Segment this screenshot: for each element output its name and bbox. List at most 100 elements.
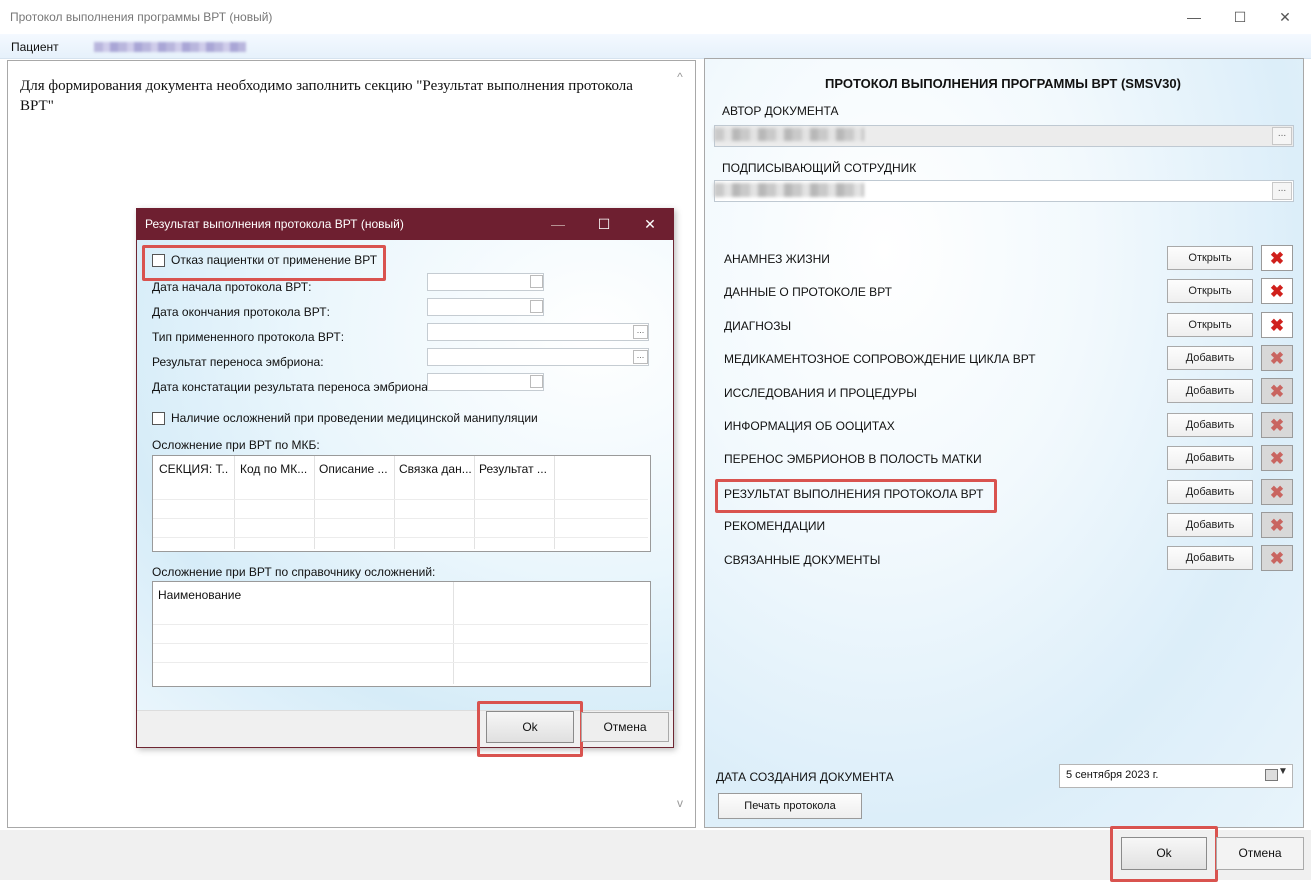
delete-related-docs-button: ✖ bbox=[1261, 545, 1293, 571]
section-label-protocol-result: РЕЗУЛЬТАТ ВЫПОЛНЕНИЯ ПРОТОКОЛА ВРТ bbox=[724, 487, 984, 501]
delete-icon: ✖ bbox=[1269, 348, 1285, 368]
chevron-down-icon[interactable]: ▼ bbox=[1278, 766, 1288, 777]
protocol-type-label: Тип примененного протокола ВРТ: bbox=[152, 330, 345, 344]
dialog-ok-button[interactable]: Ok bbox=[486, 711, 574, 743]
complications-checkbox-label: Наличие осложнений при проведении медици… bbox=[171, 411, 538, 425]
main-ok-button[interactable]: Ok bbox=[1121, 837, 1207, 870]
delete-research-button: ✖ bbox=[1261, 378, 1293, 404]
document-title: ПРОТОКОЛ ВЫПОЛНЕНИЯ ПРОГРАММЫ ВРТ (SMSV3… bbox=[825, 76, 1181, 91]
grid-divider bbox=[554, 456, 555, 549]
add-related-docs-button[interactable]: Добавить bbox=[1167, 546, 1253, 570]
grid-divider bbox=[234, 456, 235, 549]
mkb-col-code[interactable]: Код по МК... bbox=[240, 462, 310, 476]
grid-row-line bbox=[153, 499, 648, 500]
complications-checkbox[interactable] bbox=[152, 412, 165, 425]
signer-label: ПОДПИСЫВАЮЩИЙ СОТРУДНИК bbox=[722, 161, 917, 175]
section-label-embryo-transfer: ПЕРЕНОС ЭМБРИОНОВ В ПОЛОСТЬ МАТКИ bbox=[724, 452, 982, 466]
delete-diagnoses-button[interactable]: ✖ bbox=[1261, 312, 1293, 338]
add-recommendations-button[interactable]: Добавить bbox=[1167, 513, 1253, 537]
grid-divider bbox=[314, 456, 315, 549]
protocol-type-field[interactable] bbox=[427, 323, 649, 341]
close-button[interactable]: ✕ bbox=[1262, 4, 1308, 30]
delete-icon: ✖ bbox=[1269, 381, 1285, 401]
embryo-result-field[interactable] bbox=[427, 348, 649, 366]
dialog-minimize-button[interactable]: — bbox=[535, 208, 581, 240]
delete-icon: ✖ bbox=[1269, 248, 1285, 268]
print-protocol-button[interactable]: Печать протокола bbox=[718, 793, 862, 819]
signer-select-button[interactable]: ... bbox=[1272, 182, 1292, 200]
mkb-col-section[interactable]: СЕКЦИЯ: Т... bbox=[159, 462, 229, 476]
open-protocol-data-button[interactable]: Открыть bbox=[1167, 279, 1253, 303]
mkb-col-result[interactable]: Результат ... bbox=[479, 462, 551, 476]
main-cancel-button[interactable]: Отмена bbox=[1216, 837, 1304, 870]
left-info-message: Для формирования документа необходимо за… bbox=[20, 78, 633, 114]
delete-icon: ✖ bbox=[1269, 415, 1285, 435]
creation-date-value: 5 сентября 2023 г. bbox=[1066, 769, 1159, 781]
delete-anamnesis-button[interactable]: ✖ bbox=[1261, 245, 1293, 271]
open-anamnesis-button[interactable]: Открыть bbox=[1167, 246, 1253, 270]
window-title: Протокол выполнения программы ВРТ (новый… bbox=[10, 10, 273, 24]
ref-col-name[interactable]: Наименование bbox=[158, 588, 241, 602]
section-label-medication: МЕДИКАМЕНТОЗНОЕ СОПРОВОЖДЕНИЕ ЦИКЛА ВРТ bbox=[724, 352, 1036, 366]
embryo-result-select-button[interactable]: ... bbox=[633, 350, 648, 364]
grid-row-line bbox=[153, 662, 648, 663]
result-date-calendar-icon[interactable] bbox=[530, 375, 543, 388]
dialog-title: Результат выполнения протокола ВРТ (новы… bbox=[145, 217, 404, 231]
add-research-button[interactable]: Добавить bbox=[1167, 379, 1253, 403]
patient-name-redacted bbox=[94, 42, 246, 52]
start-date-field[interactable] bbox=[427, 273, 544, 291]
dialog-maximize-button[interactable]: ☐ bbox=[581, 208, 627, 240]
result-date-label: Дата констатации результата переноса эмб… bbox=[152, 380, 432, 394]
add-oocytes-button[interactable]: Добавить bbox=[1167, 413, 1253, 437]
mkb-col-description[interactable]: Описание ... bbox=[319, 462, 391, 476]
grid-divider bbox=[394, 456, 395, 549]
end-date-field[interactable] bbox=[427, 298, 544, 316]
dialog-cancel-button[interactable]: Отмена bbox=[581, 712, 669, 742]
section-label-research: ИССЛЕДОВАНИЯ И ПРОЦЕДУРЫ bbox=[724, 386, 917, 400]
mkb-col-link[interactable]: Связка дан... bbox=[399, 462, 471, 476]
protocol-type-select-button[interactable]: ... bbox=[633, 325, 648, 339]
add-medication-button[interactable]: Добавить bbox=[1167, 346, 1253, 370]
grid-divider bbox=[474, 456, 475, 549]
delete-protocol-result-button: ✖ bbox=[1261, 479, 1293, 505]
add-embryo-transfer-button[interactable]: Добавить bbox=[1167, 446, 1253, 470]
grid-row-line bbox=[153, 518, 648, 519]
delete-medication-button: ✖ bbox=[1261, 345, 1293, 371]
signer-name-redacted bbox=[714, 183, 864, 197]
refusal-checkbox-label: Отказ пациентки от применение ВРТ bbox=[171, 253, 378, 267]
scroll-up-icon[interactable]: ^ bbox=[673, 70, 687, 84]
dialog-close-button[interactable]: ✕ bbox=[627, 208, 673, 240]
author-name-redacted bbox=[714, 128, 864, 141]
delete-protocol-data-button[interactable]: ✖ bbox=[1261, 278, 1293, 304]
result-date-field[interactable] bbox=[427, 373, 544, 391]
author-select-button[interactable]: ... bbox=[1272, 127, 1292, 145]
delete-recommendations-button: ✖ bbox=[1261, 512, 1293, 538]
section-label-diagnoses: ДИАГНОЗЫ bbox=[724, 319, 792, 333]
scroll-down-icon[interactable]: v bbox=[673, 796, 687, 810]
creation-date-label: ДАТА СОЗДАНИЯ ДОКУМЕНТА bbox=[716, 770, 894, 784]
open-diagnoses-button[interactable]: Открыть bbox=[1167, 313, 1253, 337]
author-label: АВТОР ДОКУМЕНТА bbox=[722, 104, 839, 118]
delete-embryo-transfer-button: ✖ bbox=[1261, 445, 1293, 471]
grid-row-line bbox=[153, 643, 648, 644]
delete-icon: ✖ bbox=[1269, 448, 1285, 468]
delete-icon: ✖ bbox=[1269, 515, 1285, 535]
delete-icon: ✖ bbox=[1269, 315, 1285, 335]
delete-icon: ✖ bbox=[1269, 548, 1285, 568]
maximize-button[interactable]: ☐ bbox=[1217, 4, 1263, 30]
grid-row-line bbox=[153, 537, 648, 538]
calendar-icon[interactable] bbox=[1265, 769, 1278, 781]
section-label-oocytes: ИНФОРМАЦИЯ ОБ ООЦИТАХ bbox=[724, 419, 895, 433]
grid-row-line bbox=[153, 624, 648, 625]
grid-divider bbox=[453, 582, 454, 684]
section-label-anamnesis: АНАМНЕЗ ЖИЗНИ bbox=[724, 252, 830, 266]
section-label-related-docs: СВЯЗАННЫЕ ДОКУМЕНТЫ bbox=[724, 553, 881, 567]
add-protocol-result-button[interactable]: Добавить bbox=[1167, 480, 1253, 504]
end-date-calendar-icon[interactable] bbox=[530, 300, 543, 313]
ref-grid-label: Осложнение при ВРТ по справочнику осложн… bbox=[152, 565, 436, 579]
minimize-button[interactable]: — bbox=[1171, 4, 1217, 30]
section-label-protocol-data: ДАННЫЕ О ПРОТОКОЛЕ ВРТ bbox=[724, 285, 892, 299]
delete-oocytes-button: ✖ bbox=[1261, 412, 1293, 438]
refusal-checkbox[interactable] bbox=[152, 254, 165, 267]
start-date-calendar-icon[interactable] bbox=[530, 275, 543, 288]
